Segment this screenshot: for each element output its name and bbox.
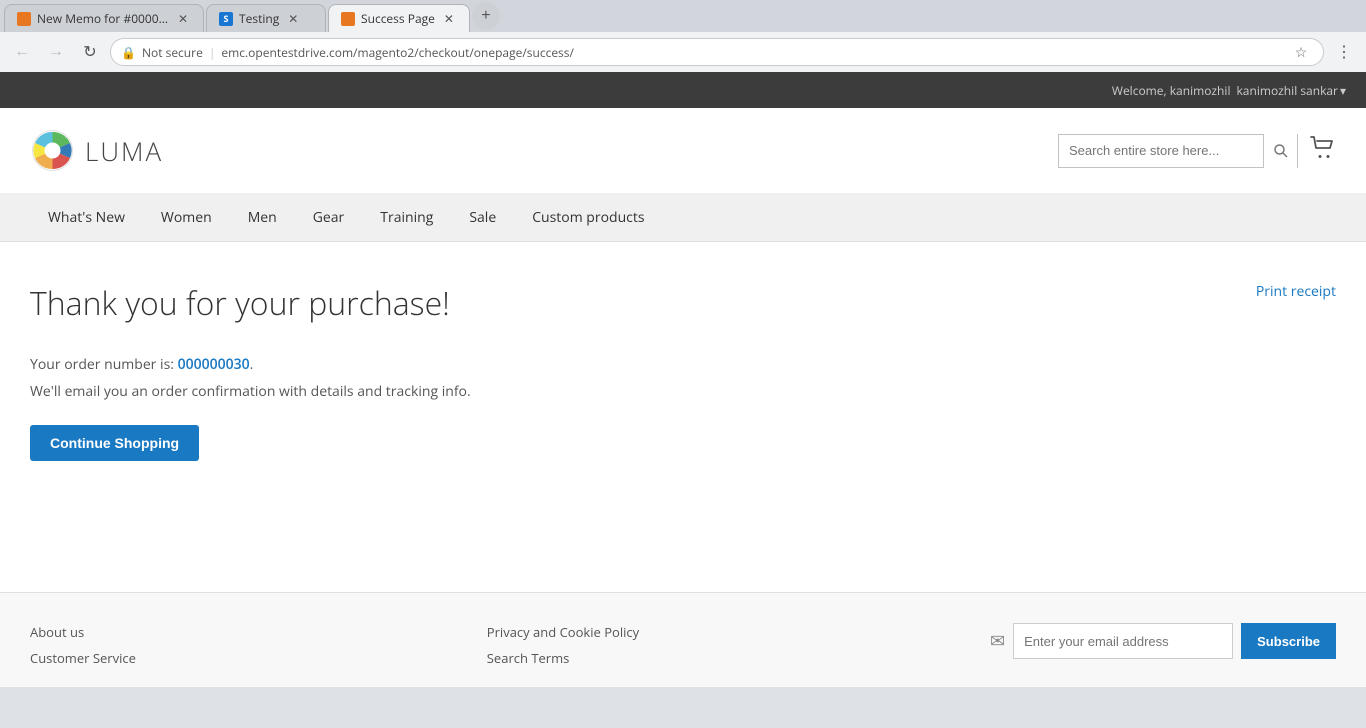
search-icon [1274,144,1288,158]
email-confirmation-text: We'll email you an order confirmation wi… [30,382,1336,401]
search-button[interactable] [1263,134,1297,168]
url-separator: | [209,44,216,61]
footer-col-2: Privacy and Cookie Policy Search Terms [487,623,639,667]
cart-button[interactable] [1310,136,1336,166]
nav-item-training[interactable]: Training [362,194,451,241]
order-info: Your order number is: 000000030. [30,355,1336,374]
new-tab-button[interactable]: + [472,2,500,30]
order-prefix: Your order number is: [30,355,178,374]
tab-favicon-3 [341,12,355,26]
address-bar-icons: ☆ [1289,40,1313,64]
newsletter-input[interactable] [1013,623,1233,659]
footer-newsletter: ✉ Subscribe [990,623,1336,659]
logo-area[interactable]: LUMA [30,128,163,173]
logo-icon [30,128,75,173]
search-input[interactable] [1059,135,1263,167]
footer-col-1: About us Customer Service [30,623,136,667]
cart-icon [1310,136,1336,160]
tab-label-2: Testing [239,10,279,27]
nav-item-women[interactable]: Women [143,194,230,241]
tab-success-page[interactable]: Success Page ✕ [328,4,470,32]
tab-new-memo[interactable]: New Memo for #000000... ✕ [4,4,204,32]
tab-close-3[interactable]: ✕ [441,11,457,27]
footer-link-privacy-policy[interactable]: Privacy and Cookie Policy [487,623,639,641]
user-name: kanimozhil sankar [1236,82,1337,99]
reload-button[interactable]: ↻ [76,38,104,66]
main-content: Thank you for your purchase! Print recei… [0,242,1366,592]
search-bar [1058,134,1298,168]
bookmark-button[interactable]: ☆ [1289,40,1313,64]
print-receipt-link[interactable]: Print receipt [1256,282,1336,301]
tab-label-1: New Memo for #000000... [37,10,169,27]
back-button[interactable]: ← [8,38,36,66]
order-suffix: . [250,355,254,374]
continue-shopping-button[interactable]: Continue Shopping [30,425,199,461]
address-bar-row: ← → ↻ 🔒 Not secure | emc.opentestdrive.c… [0,32,1366,72]
footer-link-customer-service[interactable]: Customer Service [30,649,136,667]
nav-item-whats-new[interactable]: What's New [30,194,143,241]
not-secure-label: Not secure [142,44,203,61]
welcome-text: Welcome, kanimozhil [1112,82,1231,99]
nav-item-sale[interactable]: Sale [451,194,514,241]
nav-item-gear[interactable]: Gear [295,194,363,241]
url-text: emc.opentestdrive.com/magento2/checkout/… [221,44,1283,61]
email-icon: ✉ [990,629,1005,653]
main-nav: What's New Women Men Gear Training Sale … [0,194,1366,242]
site-footer: About us Customer Service Privacy and Co… [0,592,1366,687]
thank-you-title: Thank you for your purchase! [30,282,1336,325]
tab-testing[interactable]: S Testing ✕ [206,4,326,32]
top-bar: Welcome, kanimozhil kanimozhil sankar ▾ [0,72,1366,108]
tab-close-2[interactable]: ✕ [285,11,301,27]
tab-favicon-2: S [219,12,233,26]
header-right [1058,134,1336,168]
tab-bar: New Memo for #000000... ✕ S Testing ✕ Su… [0,0,1366,32]
site-header: LUMA [0,108,1366,194]
subscribe-button[interactable]: Subscribe [1241,623,1336,659]
tab-favicon-1 [17,12,31,26]
user-dropdown[interactable]: kanimozhil sankar ▾ [1236,82,1346,99]
footer-link-search-terms[interactable]: Search Terms [487,649,639,667]
tab-close-1[interactable]: ✕ [175,11,191,27]
browser-menu-button[interactable]: ⋮ [1330,38,1358,66]
dropdown-arrow: ▾ [1340,82,1346,99]
footer-link-about-us[interactable]: About us [30,623,136,641]
nav-item-custom-products[interactable]: Custom products [514,194,662,241]
page-wrapper: Welcome, kanimozhil kanimozhil sankar ▾ [0,72,1366,687]
forward-button[interactable]: → [42,38,70,66]
order-number-link[interactable]: 000000030 [178,355,250,374]
lock-icon: 🔒 [121,44,136,61]
logo-text: LUMA [85,133,163,169]
nav-item-men[interactable]: Men [230,194,295,241]
address-bar[interactable]: 🔒 Not secure | emc.opentestdrive.com/mag… [110,38,1324,66]
tab-label-3: Success Page [361,10,435,27]
